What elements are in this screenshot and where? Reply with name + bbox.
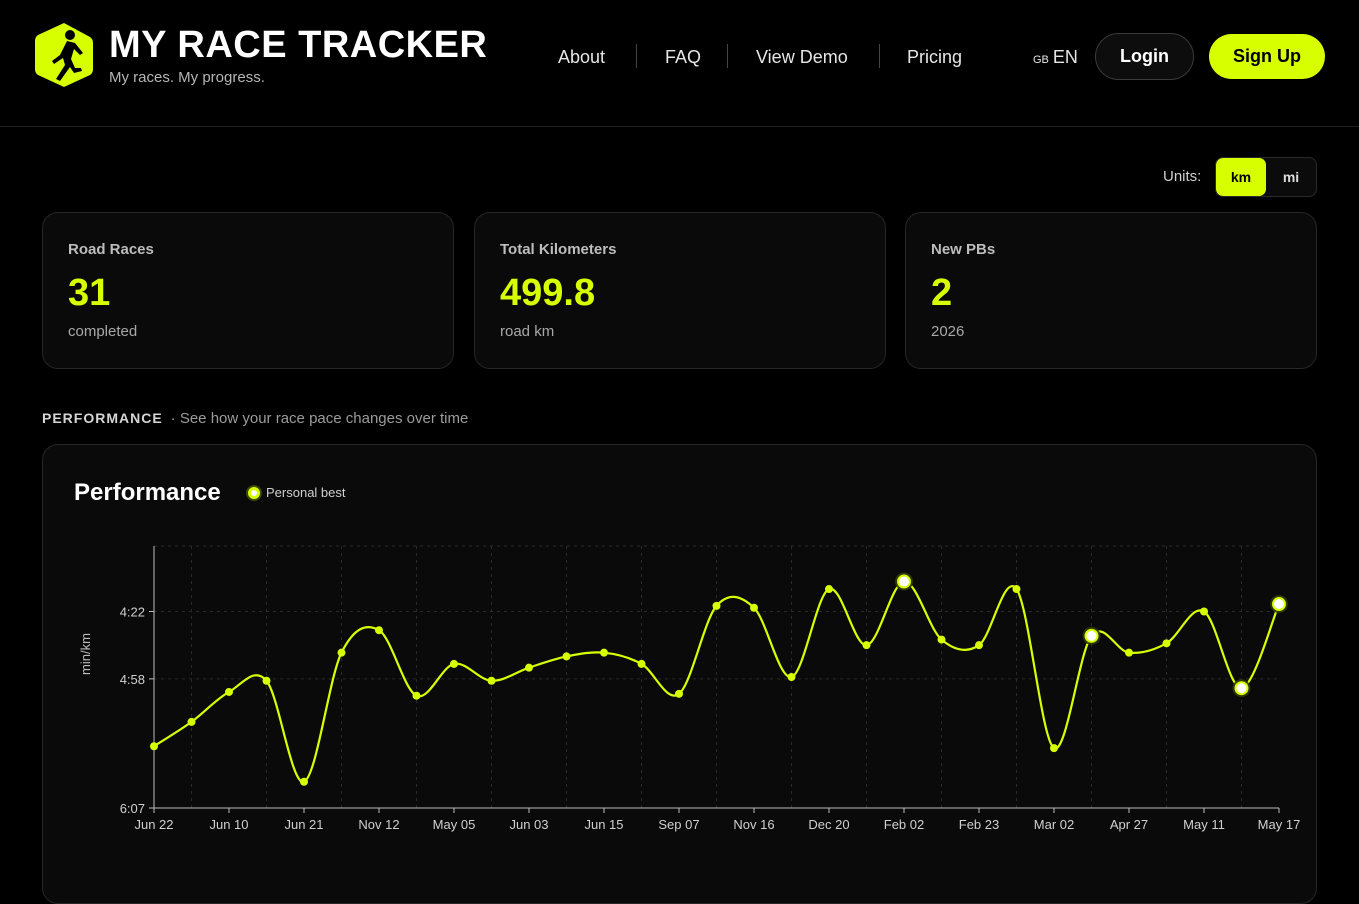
chart-title: Performance (74, 479, 221, 506)
language-label: EN (1052, 47, 1078, 67)
brand-title[interactable]: MY RACE TRACKER (109, 24, 487, 67)
language-selector[interactable]: GB EN (1033, 47, 1078, 68)
stat-label: Total Kilometers (500, 241, 617, 258)
nav-pricing[interactable]: Pricing (907, 44, 962, 70)
units-label: Units: (1163, 168, 1202, 185)
section-title: PERFORMANCE (42, 410, 163, 426)
nav-about[interactable]: About (558, 44, 605, 70)
stat-value: 2 (931, 272, 953, 314)
login-button[interactable]: Login (1095, 33, 1194, 80)
flag-gb-icon: GB (1033, 54, 1049, 66)
stat-value: 31 (68, 272, 111, 314)
site-header: MY RACE TRACKER My races. My progress. A… (0, 0, 1359, 127)
nav-view-demo-link[interactable]: View Demo (756, 47, 848, 68)
runner-logo-icon[interactable] (34, 21, 94, 89)
section-subtitle: · See how your race pace changes over ti… (170, 410, 469, 427)
chart-legend[interactable]: Personal best (248, 485, 346, 500)
stat-label: New PBs (931, 241, 996, 258)
stat-value: 499.8 (500, 272, 596, 314)
nav-view-demo[interactable]: View Demo (756, 44, 848, 70)
nav-divider (636, 44, 637, 68)
units-km-option[interactable]: km (1216, 158, 1266, 196)
units-mi-option[interactable]: mi (1266, 158, 1316, 196)
personal-best-dot-icon (248, 486, 260, 499)
nav-divider (727, 44, 728, 68)
nav-about-link[interactable]: About (558, 47, 605, 68)
stat-sublabel: completed (68, 323, 138, 340)
stat-sublabel: 2026 (931, 323, 965, 340)
stat-card-total-km: Total Kilometers 499.8 road km (474, 212, 886, 369)
stat-card-new-pbs: New PBs 2 2026 (905, 212, 1317, 369)
performance-chart-card: Performance Personal best (42, 444, 1317, 904)
brand-tagline: My races. My progress. (109, 69, 265, 86)
stat-sublabel: road km (500, 323, 555, 340)
stat-label: Road Races (68, 241, 154, 258)
nav-faq[interactable]: FAQ (665, 44, 701, 70)
section-heading: PERFORMANCE · See how your race pace chan… (42, 410, 468, 427)
nav-divider (879, 44, 880, 68)
nav-faq-link[interactable]: FAQ (665, 47, 701, 68)
legend-label: Personal best (266, 485, 346, 500)
stat-card-road-races: Road Races 31 completed (42, 212, 454, 369)
signup-button[interactable]: Sign Up (1209, 34, 1325, 79)
units-toggle[interactable]: km mi (1215, 157, 1317, 197)
nav-pricing-link[interactable]: Pricing (907, 47, 962, 68)
